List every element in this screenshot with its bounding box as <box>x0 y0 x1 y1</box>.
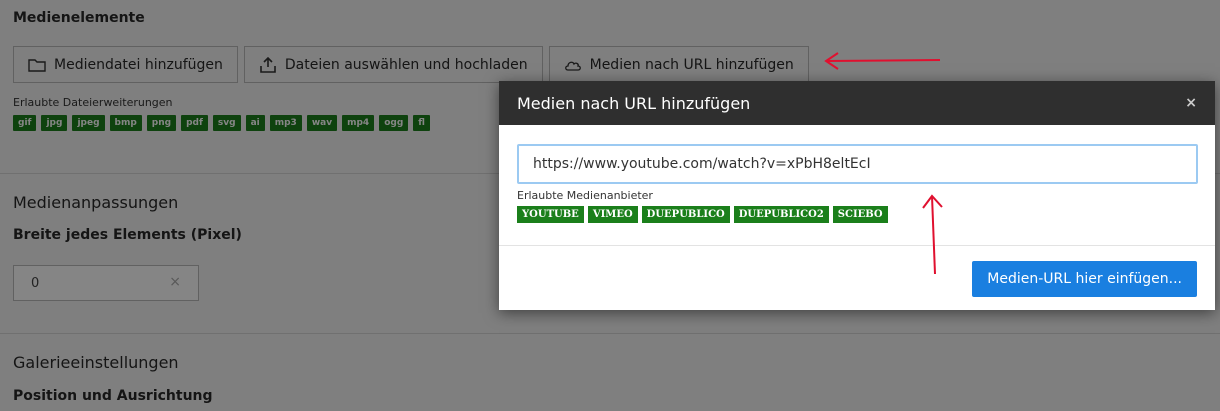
allowed-providers-label: Erlaubte Medienanbieter <box>517 189 653 202</box>
provider-badge: SCIEBO <box>832 206 888 223</box>
insert-media-url-button[interactable]: Medien-URL hier einfügen... <box>972 261 1197 297</box>
provider-badges: YOUTUBE VIMEO DUEPUBLICO DUEPUBLICO2 SCI… <box>517 206 888 223</box>
dialog-divider <box>499 245 1215 246</box>
provider-badge: DUEPUBLICO <box>641 206 730 223</box>
dialog-header: Medien nach URL hinzufügen × <box>499 81 1215 125</box>
provider-badge: YOUTUBE <box>517 206 584 223</box>
add-media-url-dialog: Medien nach URL hinzufügen × Erlaubte Me… <box>499 81 1215 310</box>
media-url-input[interactable] <box>517 144 1198 184</box>
dialog-title: Medien nach URL hinzufügen <box>517 93 751 113</box>
provider-badge: DUEPUBLICO2 <box>733 206 829 223</box>
close-icon[interactable]: × <box>1185 95 1197 111</box>
provider-badge: VIMEO <box>587 206 638 223</box>
